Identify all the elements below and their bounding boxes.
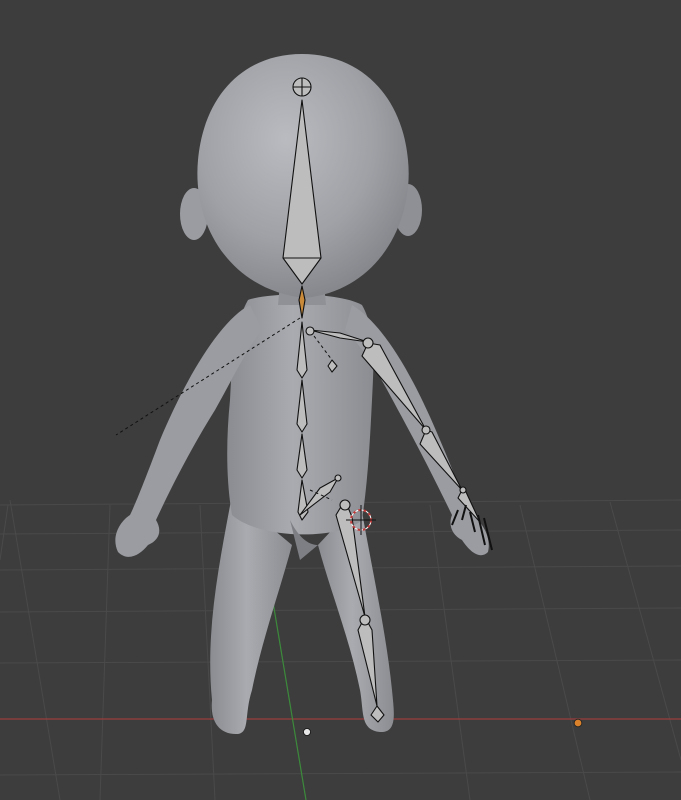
light-origin-dot[interactable] — [573, 718, 583, 728]
world-origin-dot — [303, 728, 311, 736]
3d-viewport[interactable] — [0, 0, 681, 800]
